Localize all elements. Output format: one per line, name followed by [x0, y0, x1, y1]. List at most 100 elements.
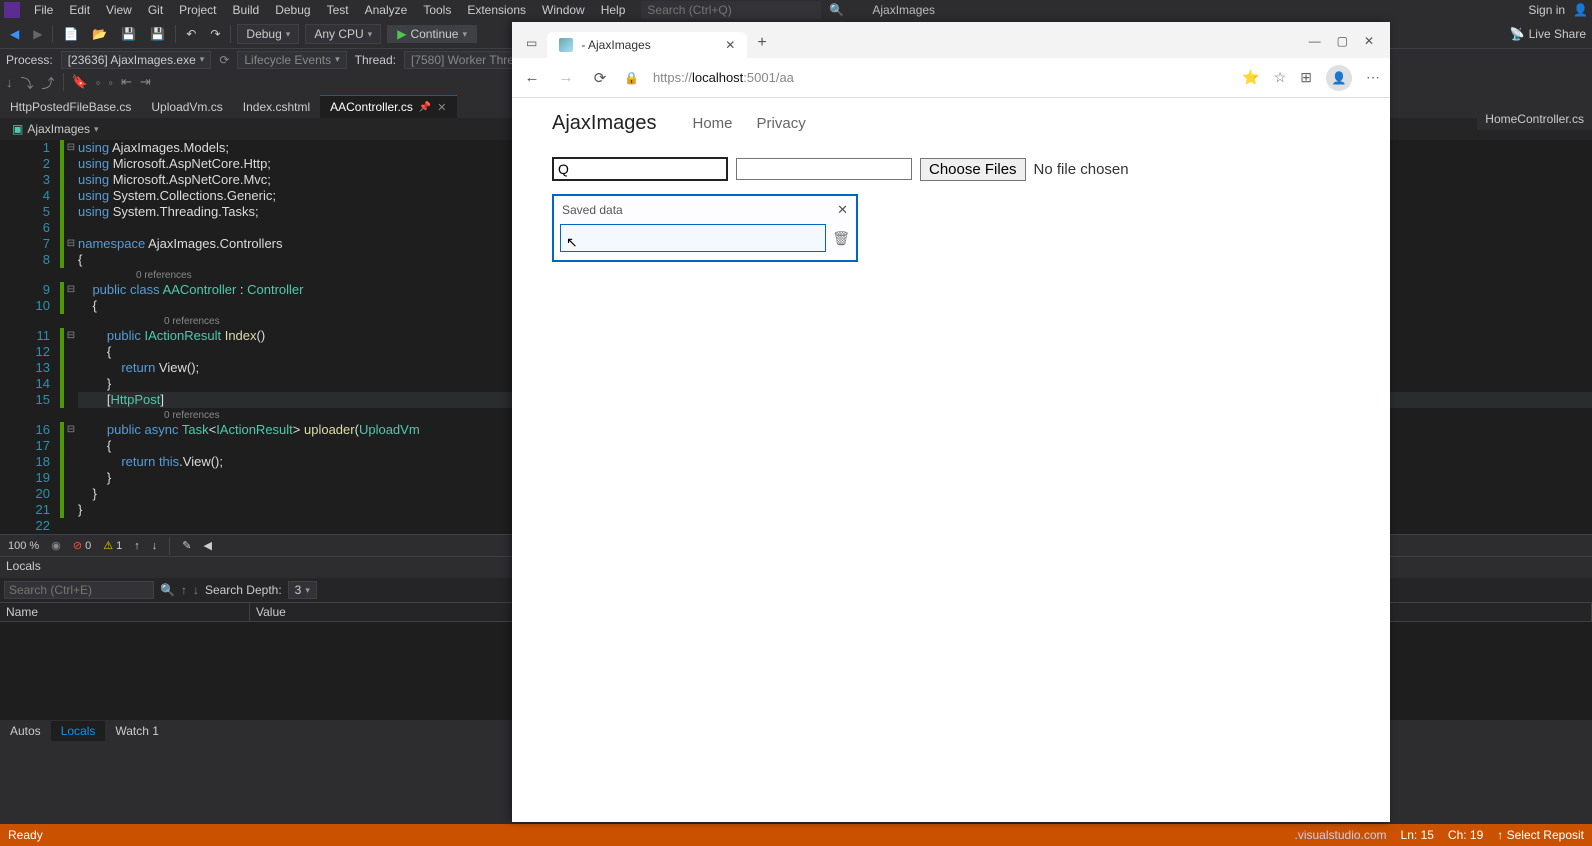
menu-view[interactable]: View: [98, 1, 140, 19]
arrow-down-icon[interactable]: ↓: [193, 583, 199, 597]
nav-back-icon[interactable]: ◀: [204, 539, 212, 552]
tab-autos[interactable]: Autos: [0, 721, 51, 741]
tab-actions-icon[interactable]: ▭: [520, 36, 547, 58]
favorites-icon[interactable]: ☆: [1274, 69, 1287, 86]
saved-data-item[interactable]: [560, 224, 826, 252]
refresh-button[interactable]: ⟳: [590, 69, 610, 87]
browser-window: ▭ - AjaxImages ✕ + — ▢ ✕ ← → ⟳ 🔒 https:/…: [512, 22, 1390, 822]
tab-locals[interactable]: Locals: [51, 721, 106, 741]
step-over-icon[interactable]: ⤵: [21, 73, 34, 92]
process-dropdown[interactable]: [23636] AjaxImages.exe: [61, 51, 212, 69]
save-all-icon[interactable]: 💾: [146, 25, 169, 43]
lock-icon[interactable]: 🔒: [624, 71, 639, 85]
profile-icon[interactable]: 👤: [1326, 65, 1352, 91]
menu-analyze[interactable]: Analyze: [357, 1, 416, 19]
col-name[interactable]: Name: [0, 603, 250, 621]
tab-httppostedfilebase[interactable]: HttpPostedFileBase.cs: [0, 95, 141, 118]
open-icon[interactable]: 📂: [88, 25, 111, 43]
lifecycle-icon[interactable]: ⟳: [219, 53, 229, 67]
menu-project[interactable]: Project: [171, 1, 224, 19]
save-icon[interactable]: 💾: [117, 25, 140, 43]
continue-label: Continue: [410, 27, 458, 41]
highlighter-icon[interactable]: ✎: [182, 539, 191, 552]
address-bar[interactable]: https://localhost:5001/aa: [653, 70, 1228, 85]
browser-tab[interactable]: - AjaxImages ✕: [547, 32, 747, 58]
platform-dropdown[interactable]: Any CPU: [305, 24, 381, 44]
forward-button[interactable]: →: [556, 69, 576, 86]
lifecycle-dropdown[interactable]: Lifecycle Events: [237, 51, 346, 69]
menu-test[interactable]: Test: [319, 1, 357, 19]
back-button[interactable]: ←: [522, 69, 542, 86]
outdent-icon[interactable]: ⇤: [121, 74, 132, 90]
nav-privacy[interactable]: Privacy: [757, 115, 806, 132]
menu-tools[interactable]: Tools: [415, 1, 459, 19]
tab-index[interactable]: Index.cshtml: [233, 95, 320, 118]
collections-icon[interactable]: ⊞: [1300, 69, 1312, 86]
close-icon[interactable]: ✕: [725, 38, 735, 52]
search-icon[interactable]: 🔍: [821, 3, 852, 17]
arrow-up-icon[interactable]: ↑: [134, 540, 140, 552]
sign-in-link[interactable]: Sign in: [1528, 3, 1565, 17]
text-input-2[interactable]: [736, 158, 912, 180]
thread-dropdown[interactable]: [7580] Worker Threa: [404, 51, 528, 69]
maximize-icon[interactable]: ▢: [1337, 34, 1348, 48]
menu-git[interactable]: Git: [140, 1, 171, 19]
error-count[interactable]: 0: [85, 540, 91, 552]
separator: [230, 25, 231, 43]
menu-build[interactable]: Build: [225, 1, 268, 19]
fold-column[interactable]: ⊟⊟⊟⊟⊟: [64, 140, 78, 534]
warning-count[interactable]: 1: [116, 540, 122, 552]
brand-link[interactable]: AjaxImages: [552, 112, 657, 135]
arrow-down-icon[interactable]: ↓: [152, 540, 158, 552]
repo-selector[interactable]: ↑ Select Reposit: [1497, 828, 1584, 842]
live-share-button[interactable]: 📡 Live Share: [1510, 27, 1586, 41]
user-icon[interactable]: 👤: [1573, 3, 1588, 17]
continue-button[interactable]: ▶ Continue ▾: [387, 25, 477, 43]
quick-search-input[interactable]: [641, 1, 821, 19]
depth-dropdown[interactable]: 3: [288, 581, 317, 599]
tab-aacontroller[interactable]: AAController.cs 📌 ✕: [320, 95, 456, 118]
arrow-up-icon[interactable]: ↑: [181, 583, 187, 597]
menu-debug[interactable]: Debug: [267, 1, 318, 19]
redo-icon[interactable]: ↷: [206, 25, 224, 43]
text-input-1[interactable]: [552, 157, 728, 181]
upload-form: Choose Files No file chosen: [552, 157, 1350, 181]
minimize-icon[interactable]: —: [1309, 34, 1321, 48]
menu-extensions[interactable]: Extensions: [459, 1, 534, 19]
config-dropdown[interactable]: Debug: [237, 24, 299, 44]
nav-back-icon[interactable]: ◀: [6, 25, 23, 43]
locals-search-input[interactable]: [4, 581, 154, 599]
menu-edit[interactable]: Edit: [61, 1, 98, 19]
bp-icon[interactable]: ◦: [96, 75, 101, 90]
new-tab-button[interactable]: +: [747, 28, 776, 58]
nav-home[interactable]: Home: [693, 115, 733, 132]
vs-link[interactable]: .visualstudio.com: [1295, 828, 1387, 842]
nav-fwd-icon[interactable]: ▶: [29, 25, 46, 43]
star-add-icon[interactable]: ⭐: [1242, 69, 1259, 86]
indent-icon[interactable]: ⇥: [140, 74, 151, 90]
new-project-icon[interactable]: 📄: [59, 25, 82, 43]
close-icon[interactable]: ✕: [437, 101, 446, 114]
more-icon[interactable]: ⋯: [1366, 69, 1380, 86]
close-icon[interactable]: ✕: [1364, 34, 1374, 48]
choose-files-button[interactable]: Choose Files: [920, 158, 1026, 181]
zoom-level[interactable]: 100 %: [8, 540, 39, 552]
menu-window[interactable]: Window: [534, 1, 593, 19]
search-icon[interactable]: 🔍: [160, 583, 175, 597]
pin-icon[interactable]: 📌: [419, 102, 431, 113]
tab-watch1[interactable]: Watch 1: [105, 721, 169, 741]
project-dropdown[interactable]: ▣ AjaxImages: [4, 120, 107, 138]
bookmark-icon[interactable]: 🔖: [72, 74, 88, 90]
trash-icon[interactable]: 🗑: [832, 230, 850, 247]
tab-homecontroller[interactable]: HomeController.cs: [1477, 108, 1592, 130]
step-out-icon[interactable]: ⤴: [42, 73, 55, 92]
bp-icon[interactable]: ◦: [108, 75, 113, 90]
menu-file[interactable]: File: [26, 1, 61, 19]
tab-uploadvm[interactable]: UploadVm.cs: [141, 95, 232, 118]
close-icon[interactable]: ✕: [837, 202, 848, 218]
undo-icon[interactable]: ↶: [182, 25, 200, 43]
menu-help[interactable]: Help: [593, 1, 634, 19]
issues-icon[interactable]: ◉: [51, 539, 61, 552]
step-icon[interactable]: ↓: [6, 75, 13, 90]
file-chosen-text: No file chosen: [1034, 161, 1129, 178]
